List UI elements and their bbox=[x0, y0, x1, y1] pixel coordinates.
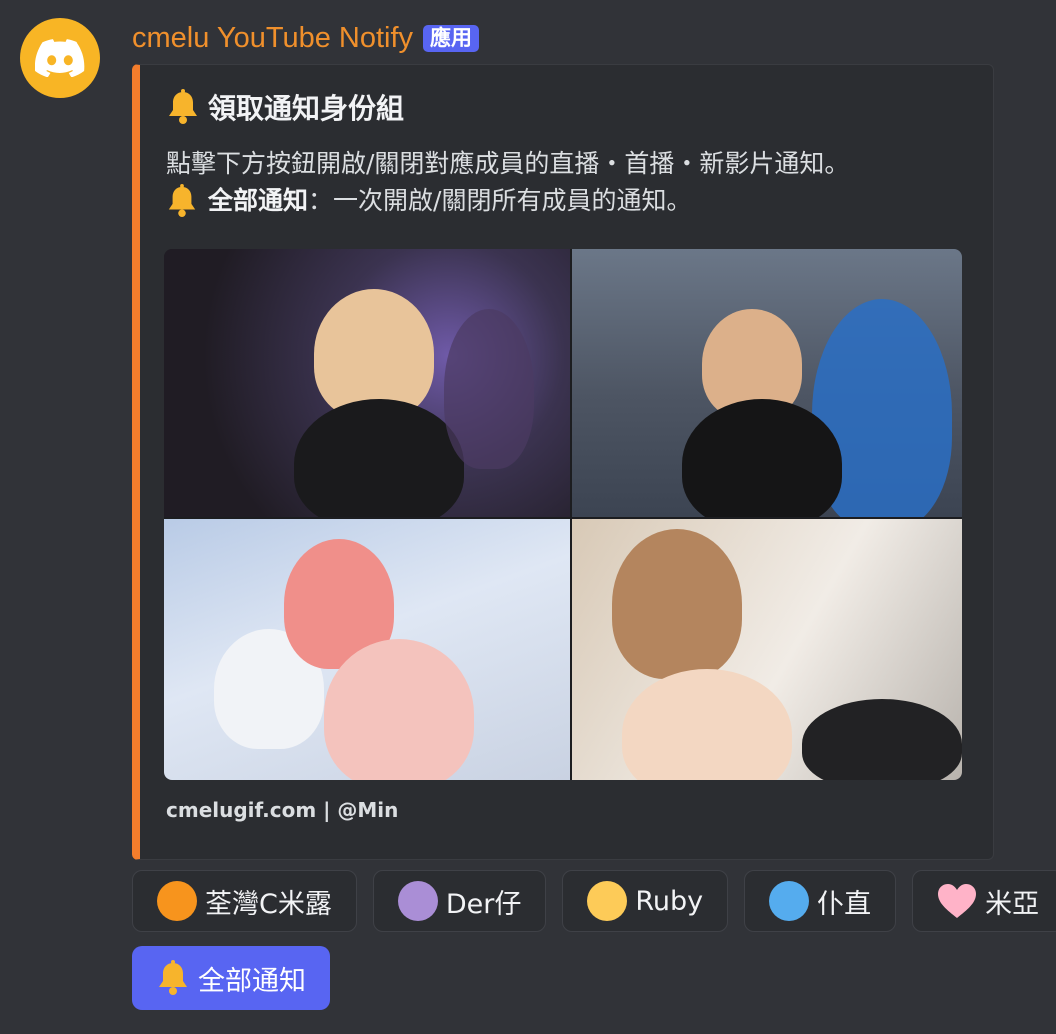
photo-top-left bbox=[164, 249, 570, 517]
bell-icon bbox=[159, 960, 187, 995]
blue-circle-icon bbox=[769, 881, 810, 921]
button-label: 仆直 bbox=[817, 888, 872, 920]
embed-title: 領取通知身份組 bbox=[166, 87, 404, 127]
button-member-1[interactable]: 荃灣C米露 bbox=[132, 870, 357, 932]
button-label: 全部通知 bbox=[198, 965, 306, 997]
button-label: 米亞 bbox=[985, 888, 1040, 920]
photo-bottom-right bbox=[572, 519, 962, 780]
photo-top-right bbox=[572, 249, 962, 517]
embed-title-text: 領取通知身份組 bbox=[208, 92, 405, 125]
yellow-circle-icon bbox=[587, 881, 628, 921]
button-label: Ruby bbox=[635, 885, 704, 917]
message-header: cmelu YouTube Notify 應用 bbox=[132, 18, 480, 58]
orange-circle-icon bbox=[157, 881, 197, 921]
embed-card: 領取通知身份組 點擊下方按鈕開啟/關閉對應成員的直播・首播・新影片通知。 全部通… bbox=[132, 64, 994, 860]
button-member-4[interactable]: 仆直 bbox=[744, 870, 897, 932]
button-member-3[interactable]: Ruby bbox=[562, 870, 729, 932]
description-rest: ：一次開啟/關閉所有成員的通知。 bbox=[308, 186, 692, 215]
purple-circle-icon bbox=[397, 881, 438, 921]
avatar[interactable] bbox=[20, 18, 100, 98]
button-label: 荃灣C米露 bbox=[205, 888, 332, 920]
description-bold: 全部通知 bbox=[208, 186, 309, 215]
member-buttons: 荃灣C米露 Der仔 Ruby 仆直 米亞 bbox=[132, 870, 1056, 932]
button-member-5[interactable]: 米亞 bbox=[912, 870, 1056, 932]
embed-footer: cmelugif.com | @Min bbox=[166, 798, 399, 822]
description-line-1: 點擊下方按鈕開啟/關閉對應成員的直播・首播・新影片通知。 bbox=[166, 149, 850, 178]
photo-bottom-left bbox=[164, 519, 570, 780]
embed-description: 點擊下方按鈕開啟/關閉對應成員的直播・首播・新影片通知。 全部通知 ：一次開啟/… bbox=[166, 145, 849, 219]
author-name[interactable]: cmelu YouTube Notify bbox=[132, 22, 413, 55]
description-line-2: 全部通知 ：一次開啟/關閉所有成員的通知。 bbox=[166, 182, 849, 219]
pink-heart-icon bbox=[938, 884, 977, 918]
chat-message: cmelu YouTube Notify 應用 領取通知身份組 點擊下方按鈕開啟… bbox=[0, 0, 1056, 1034]
all-notify-button[interactable]: 全部通知 bbox=[132, 946, 330, 1010]
app-badge: 應用 bbox=[423, 24, 480, 52]
button-member-2[interactable]: Der仔 bbox=[372, 870, 547, 932]
discord-logo-icon bbox=[35, 39, 85, 77]
button-label: Der仔 bbox=[445, 888, 522, 920]
bell-icon bbox=[168, 183, 196, 217]
embed-image-grid[interactable] bbox=[164, 249, 962, 780]
bell-icon bbox=[169, 89, 197, 124]
